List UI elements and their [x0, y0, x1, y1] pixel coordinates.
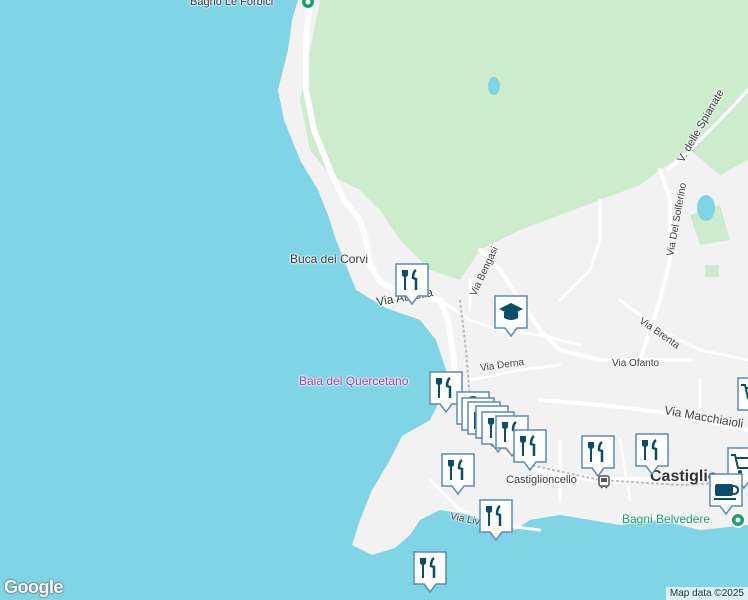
map-base [0, 0, 748, 600]
shopping-cart-icon[interactable] [736, 376, 748, 420]
restaurant-icon[interactable] [412, 550, 448, 594]
label-via-ofanto: Via Ofanto [612, 358, 660, 369]
google-logo: Google [4, 577, 64, 597]
label-bagno-le-forbici[interactable]: Bagno Le Forbici [190, 0, 273, 8]
map-view[interactable]: Bagno Le Forbici Buca dei Corvi Via Aure… [0, 0, 748, 600]
restaurant-icon[interactable] [512, 428, 548, 472]
map-attribution[interactable]: Map data ©2025 [665, 587, 748, 600]
label-bagni-belvedere[interactable]: Bagni Belvedere [622, 512, 710, 526]
cafe-icon[interactable] [708, 472, 744, 516]
restaurant-icon[interactable] [394, 262, 430, 306]
label-buca-dei-corvi[interactable]: Buca dei Corvi [290, 252, 368, 266]
label-baia-del-quercetano[interactable]: Baia del Quercetano [299, 374, 408, 388]
beach-pin-icon[interactable] [298, 0, 318, 12]
restaurant-icon[interactable] [440, 452, 476, 496]
label-castiglioncello-small[interactable]: Castiglioncello [506, 474, 577, 486]
restaurant-icon[interactable] [580, 434, 616, 478]
restaurant-icon[interactable] [478, 498, 514, 542]
school-icon[interactable] [493, 294, 529, 338]
restaurant-icon[interactable] [634, 432, 670, 476]
